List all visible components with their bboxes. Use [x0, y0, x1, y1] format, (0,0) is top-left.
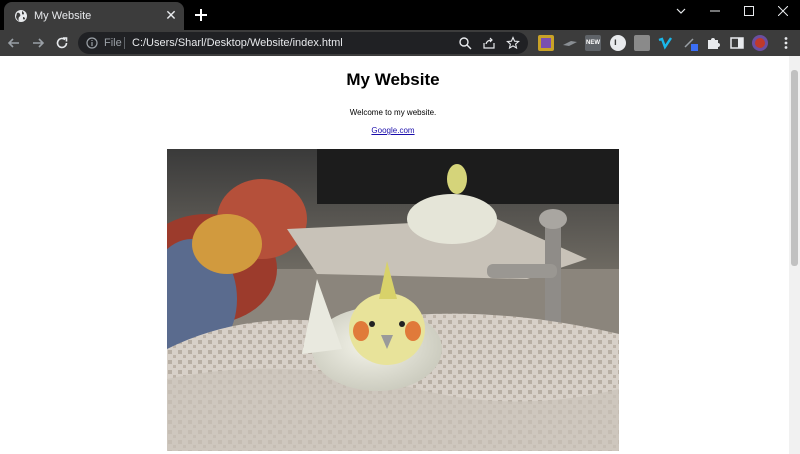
page-heading: My Website: [346, 70, 440, 89]
url-text[interactable]: C:/Users/Sharl/Desktop/Website/index.htm…: [132, 37, 343, 49]
bookmark-star-icon[interactable]: [506, 36, 520, 50]
extension-1-icon[interactable]: [538, 35, 554, 51]
extension-5-icon[interactable]: [683, 35, 699, 51]
profile-avatar[interactable]: [752, 35, 768, 51]
vertical-scrollbar[interactable]: [789, 56, 800, 454]
scrollbar-thumb[interactable]: [791, 70, 798, 266]
reload-icon[interactable]: [53, 34, 71, 52]
address-bar[interactable]: File C:/Users/Sharl/Desktop/Website/inde…: [78, 32, 528, 54]
extension-new-icon[interactable]: NEW: [585, 35, 601, 51]
omnibox-divider: [124, 37, 125, 49]
extension-4-icon[interactable]: [634, 35, 650, 51]
tab-strip: My Website ✕: [0, 0, 800, 30]
link-container: Google.com: [0, 126, 786, 135]
maximize-button[interactable]: [732, 0, 766, 22]
tab-close-icon[interactable]: ✕: [164, 8, 178, 22]
cockatiel-photo: [167, 149, 619, 451]
minimize-icon: [710, 10, 720, 12]
more-menu-icon[interactable]: [778, 35, 794, 51]
browser-tab[interactable]: My Website ✕: [4, 2, 184, 30]
close-window-icon: [778, 6, 788, 16]
share-icon[interactable]: [482, 36, 496, 50]
tab-search-button[interactable]: [664, 0, 698, 22]
side-panel-icon[interactable]: [729, 35, 745, 51]
globe-icon: [15, 10, 27, 22]
chevron-down-icon: [676, 8, 686, 14]
google-link[interactable]: Google.com: [371, 126, 414, 135]
back-icon[interactable]: [5, 34, 23, 52]
welcome-text: Welcome to my website.: [349, 108, 437, 117]
vimeo-icon[interactable]: [657, 35, 673, 51]
url-scheme: File: [104, 37, 122, 49]
search-icon[interactable]: [458, 36, 472, 50]
tab-title: My Website: [34, 10, 92, 22]
extensions-puzzle-icon[interactable]: [705, 35, 721, 51]
maximize-icon: [744, 6, 754, 16]
forward-icon[interactable]: [29, 34, 47, 52]
extension-3-icon[interactable]: ı: [610, 35, 626, 51]
new-tab-icon[interactable]: [192, 6, 210, 24]
close-window-button[interactable]: [766, 0, 800, 22]
page-viewport: My Website Welcome to my website. Google…: [0, 56, 789, 454]
extension-2-icon[interactable]: [562, 35, 578, 51]
browser-toolbar: File C:/Users/Sharl/Desktop/Website/inde…: [0, 30, 800, 56]
site-info-icon[interactable]: [86, 37, 98, 49]
minimize-button[interactable]: [698, 0, 732, 22]
